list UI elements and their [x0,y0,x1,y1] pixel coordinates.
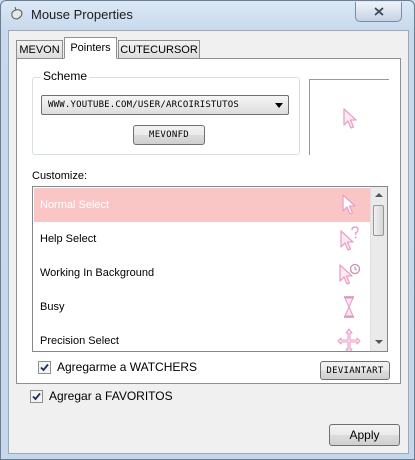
customize-label: Customize: [32,170,88,182]
deviantart-button[interactable]: DEVIANTART [320,361,390,380]
scheme-group: Scheme WWW.YOUTUBE.COM/USER/ARCOIRISTUTO… [32,69,300,155]
tab-label: MEVON [19,43,60,56]
list-item-normal-select[interactable]: Normal Select [34,188,370,222]
help-cursor-icon [340,226,359,251]
mouse-icon [11,7,23,20]
list-item-label: Help Select [40,233,97,245]
title-bar[interactable]: Mouse Properties [1,1,414,29]
watchers-checkbox[interactable] [38,360,51,374]
cursor-preview [309,79,389,155]
watchers-option[interactable]: Agregarme a WATCHERS [38,359,197,375]
mevonfd-button-label: MEVONFD [148,130,190,140]
checkmark-icon [40,363,49,371]
close-icon [373,7,384,16]
list-item-busy[interactable]: Busy [34,290,370,324]
apply-button[interactable]: Apply [329,424,400,446]
mouse-properties-window: Mouse Properties MEVON Pointers CUTECURS… [0,0,415,460]
list-item-label: Working In Background [40,267,155,279]
deviantart-button-label: DEVIANTART [326,365,384,376]
list-item-label: Busy [40,301,65,313]
scheme-dropdown[interactable]: WWW.YOUTUBE.COM/USER/ARCOIRISTUTOS [41,95,289,115]
tab-pointers[interactable]: Pointers [64,37,117,59]
tab-label: CUTECURSOR [120,43,198,56]
scheme-label: Scheme [41,69,90,83]
list-item-working-in-background[interactable]: Working In Background [34,256,370,290]
scrollbar-thumb[interactable] [373,205,384,236]
list-scrollbar[interactable] [370,187,387,351]
arrow-cursor-icon [343,108,357,129]
arrow-cursor-icon [342,194,356,215]
checkmark-icon [32,392,41,400]
favoritos-option[interactable]: Agregar a FAVORITOS [30,388,173,404]
mevonfd-button[interactable]: MEVONFD [133,125,205,145]
pointers-tab-panel: Scheme WWW.YOUTUBE.COM/USER/ARCOIRISTUTO… [16,58,401,384]
tab-mevon[interactable]: MEVON [16,40,63,58]
window-title: Mouse Properties [31,7,133,22]
scheme-selected-value: WWW.YOUTUBE.COM/USER/ARCOIRISTUTOS [48,100,240,110]
busy-background-cursor-icon [339,263,361,285]
tab-cutecursor[interactable]: CUTECURSOR [118,40,200,58]
precision-cursor-icon [337,328,361,351]
favoritos-checkbox[interactable] [30,389,43,403]
watchers-label: Agregarme a WATCHERS [57,360,198,374]
apply-button-label: Apply [349,428,380,442]
tab-label: Pointers [70,42,111,54]
cursor-list[interactable]: Normal Select Help Select Working In Bac… [32,186,388,352]
chevron-down-icon [275,103,283,108]
list-item-label: Precision Select [40,335,119,347]
dialog-client-area: MEVON Pointers CUTECURSOR Scheme WWW.YOU… [8,30,409,454]
hourglass-cursor-icon [344,296,354,318]
favoritos-label: Agregar a FAVORITOS [49,389,173,403]
close-button[interactable] [355,2,402,22]
list-item-label: Normal Select [40,199,110,211]
scroll-up-icon[interactable] [375,193,383,197]
list-item-precision-select[interactable]: Precision Select [34,324,370,351]
list-item-help-select[interactable]: Help Select [34,222,370,256]
scroll-down-icon[interactable] [375,340,383,344]
